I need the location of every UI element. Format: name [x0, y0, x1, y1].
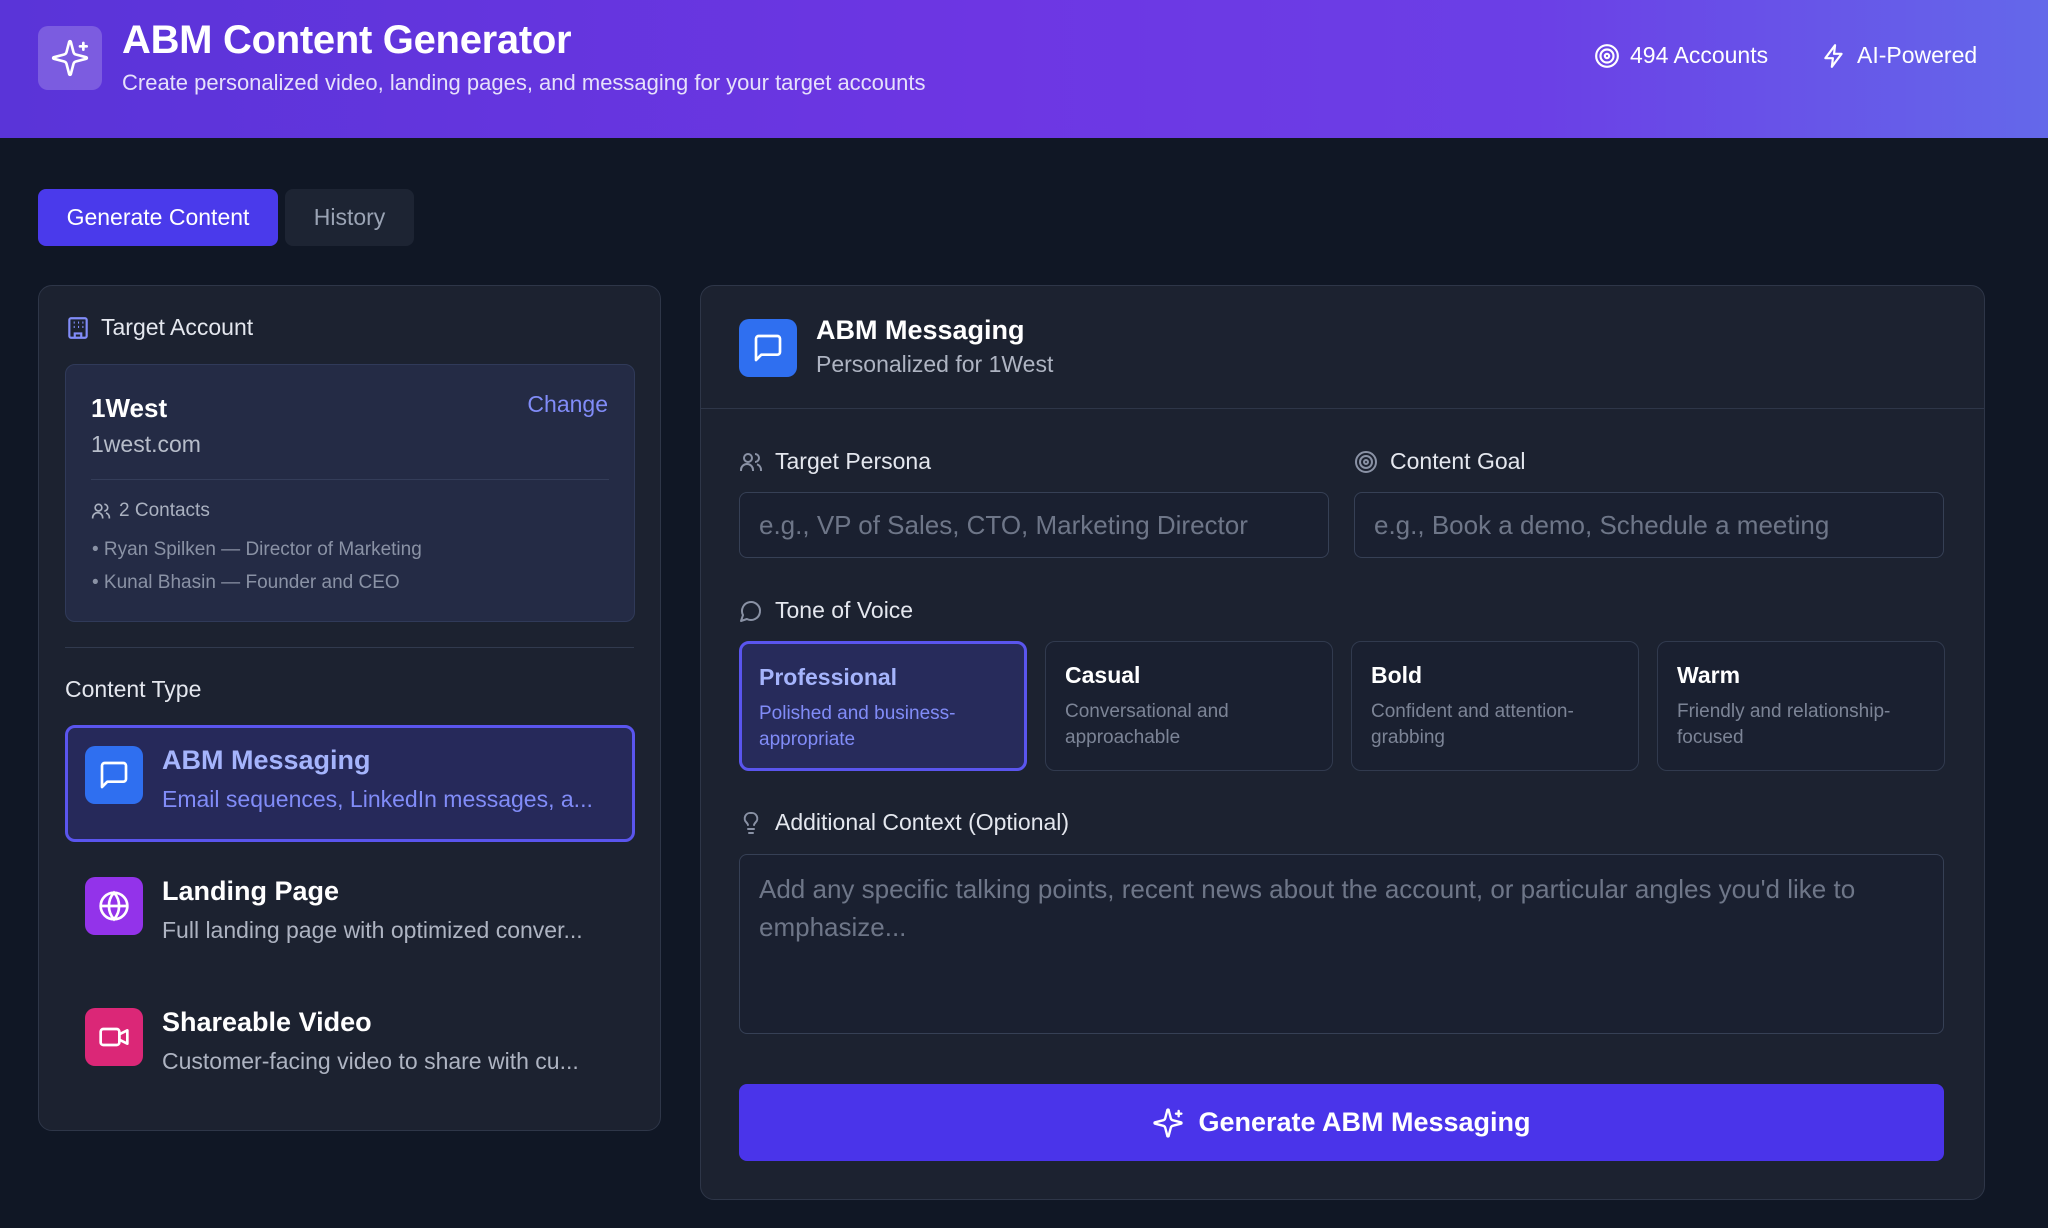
zap-icon	[1824, 43, 1843, 68]
app-header: ABM Content Generator Create personalize…	[0, 0, 2048, 138]
target-icon	[1355, 450, 1377, 473]
sparkles-icon	[1153, 1107, 1184, 1138]
tab-history[interactable]: History	[285, 189, 414, 246]
form-header-divider	[701, 408, 1984, 409]
tone-of-voice-label: Tone of Voice	[739, 597, 913, 624]
tone-option-warm[interactable]: Warm Friendly and relationship-focused	[1657, 641, 1945, 771]
content-type-name: Landing Page	[162, 876, 340, 906]
ai-powered-label: AI-Powered	[1857, 42, 1978, 68]
content-type-description: Full landing page with optimized conver.…	[162, 917, 583, 943]
message-square-icon	[85, 746, 143, 804]
tone-name: Warm	[1677, 662, 1741, 688]
content-goal-text: Content Goal	[1390, 448, 1526, 474]
target-icon	[1595, 43, 1619, 68]
card-divider	[91, 479, 609, 480]
target-persona-input[interactable]	[739, 492, 1329, 558]
account-sidebar: Target Account 1West 1west.com Change 2 …	[38, 285, 661, 1131]
contacts-count: 2 Contacts	[91, 500, 210, 522]
message-square-icon	[739, 319, 797, 377]
tone-name: Bold	[1371, 662, 1423, 688]
contact-item: • Ryan Spilken — Director of Marketing	[92, 539, 422, 560]
tone-option-casual[interactable]: Casual Conversational and approachable	[1045, 641, 1333, 771]
contact-item: • Kunal Bhasin — Founder and CEO	[92, 572, 400, 593]
target-account-label: Target Account	[101, 314, 254, 340]
content-goal-label: Content Goal	[1354, 448, 1526, 475]
tone-of-voice-text: Tone of Voice	[775, 597, 914, 623]
tone-description: Friendly and relationship-focused	[1677, 701, 1891, 748]
users-icon	[91, 503, 111, 519]
globe-icon	[85, 877, 143, 935]
additional-context-label: Additional Context (Optional)	[739, 809, 1069, 836]
form-subtitle: Personalized for 1West	[816, 351, 1054, 377]
tone-option-professional[interactable]: Professional Polished and business-appro…	[739, 641, 1027, 771]
content-type-heading: Content Type	[65, 676, 202, 702]
accounts-stat: 494 Accounts	[1594, 42, 1768, 69]
generate-button-label: Generate ABM Messaging	[1198, 1107, 1531, 1137]
video-icon	[85, 1008, 143, 1066]
tone-description: Polished and business-appropriate	[759, 703, 956, 750]
tab-generate-content[interactable]: Generate Content	[38, 189, 278, 246]
contacts-label: 2 Contacts	[119, 500, 210, 521]
tone-option-bold[interactable]: Bold Confident and attention-grabbing	[1351, 641, 1639, 771]
content-type-landing-page[interactable]: Landing Page Full landing page with opti…	[65, 856, 635, 973]
accounts-count: 494 Accounts	[1630, 42, 1769, 68]
content-form-panel: ABM Messaging Personalized for 1West Tar…	[700, 285, 1985, 1200]
building-icon	[68, 316, 88, 339]
content-goal-input[interactable]	[1354, 492, 1944, 558]
panel-divider	[65, 647, 634, 648]
ai-powered-badge: AI-Powered	[1821, 42, 1977, 69]
content-type-description: Customer-facing video to share with cu..…	[162, 1048, 579, 1074]
app-subtitle: Create personalized video, landing pages…	[122, 70, 926, 95]
tone-description: Conversational and approachable	[1065, 701, 1229, 748]
account-domain: 1west.com	[91, 431, 201, 457]
lightbulb-icon	[743, 811, 759, 834]
target-account-heading: Target Account	[65, 314, 253, 341]
account-card: 1West 1west.com Change 2 Contacts • Ryan…	[65, 364, 635, 622]
content-type-description: Email sequences, LinkedIn messages, a...	[162, 786, 593, 812]
content-type-abm-messaging[interactable]: ABM Messaging Email sequences, LinkedIn …	[65, 725, 635, 842]
tone-name: Casual	[1065, 662, 1141, 688]
additional-context-text: Additional Context (Optional)	[775, 809, 1070, 835]
users-icon	[740, 452, 763, 471]
tone-name: Professional	[759, 664, 898, 690]
tone-description: Confident and attention-grabbing	[1371, 701, 1574, 748]
account-name: 1West	[91, 393, 168, 423]
sparkles-icon	[38, 26, 102, 90]
generate-abm-messaging-button[interactable]: Generate ABM Messaging	[739, 1084, 1944, 1161]
additional-context-textarea[interactable]	[739, 854, 1944, 1034]
message-circle-icon	[740, 600, 761, 622]
target-persona-text: Target Persona	[775, 448, 931, 474]
content-type-name: Shareable Video	[162, 1007, 372, 1037]
form-title: ABM Messaging	[816, 315, 1025, 345]
content-type-name: ABM Messaging	[162, 745, 371, 775]
app-title: ABM Content Generator	[122, 18, 572, 62]
content-type-shareable-video[interactable]: Shareable Video Customer-facing video to…	[65, 987, 635, 1104]
change-account-button[interactable]: Change	[527, 391, 608, 418]
target-persona-label: Target Persona	[739, 448, 931, 475]
